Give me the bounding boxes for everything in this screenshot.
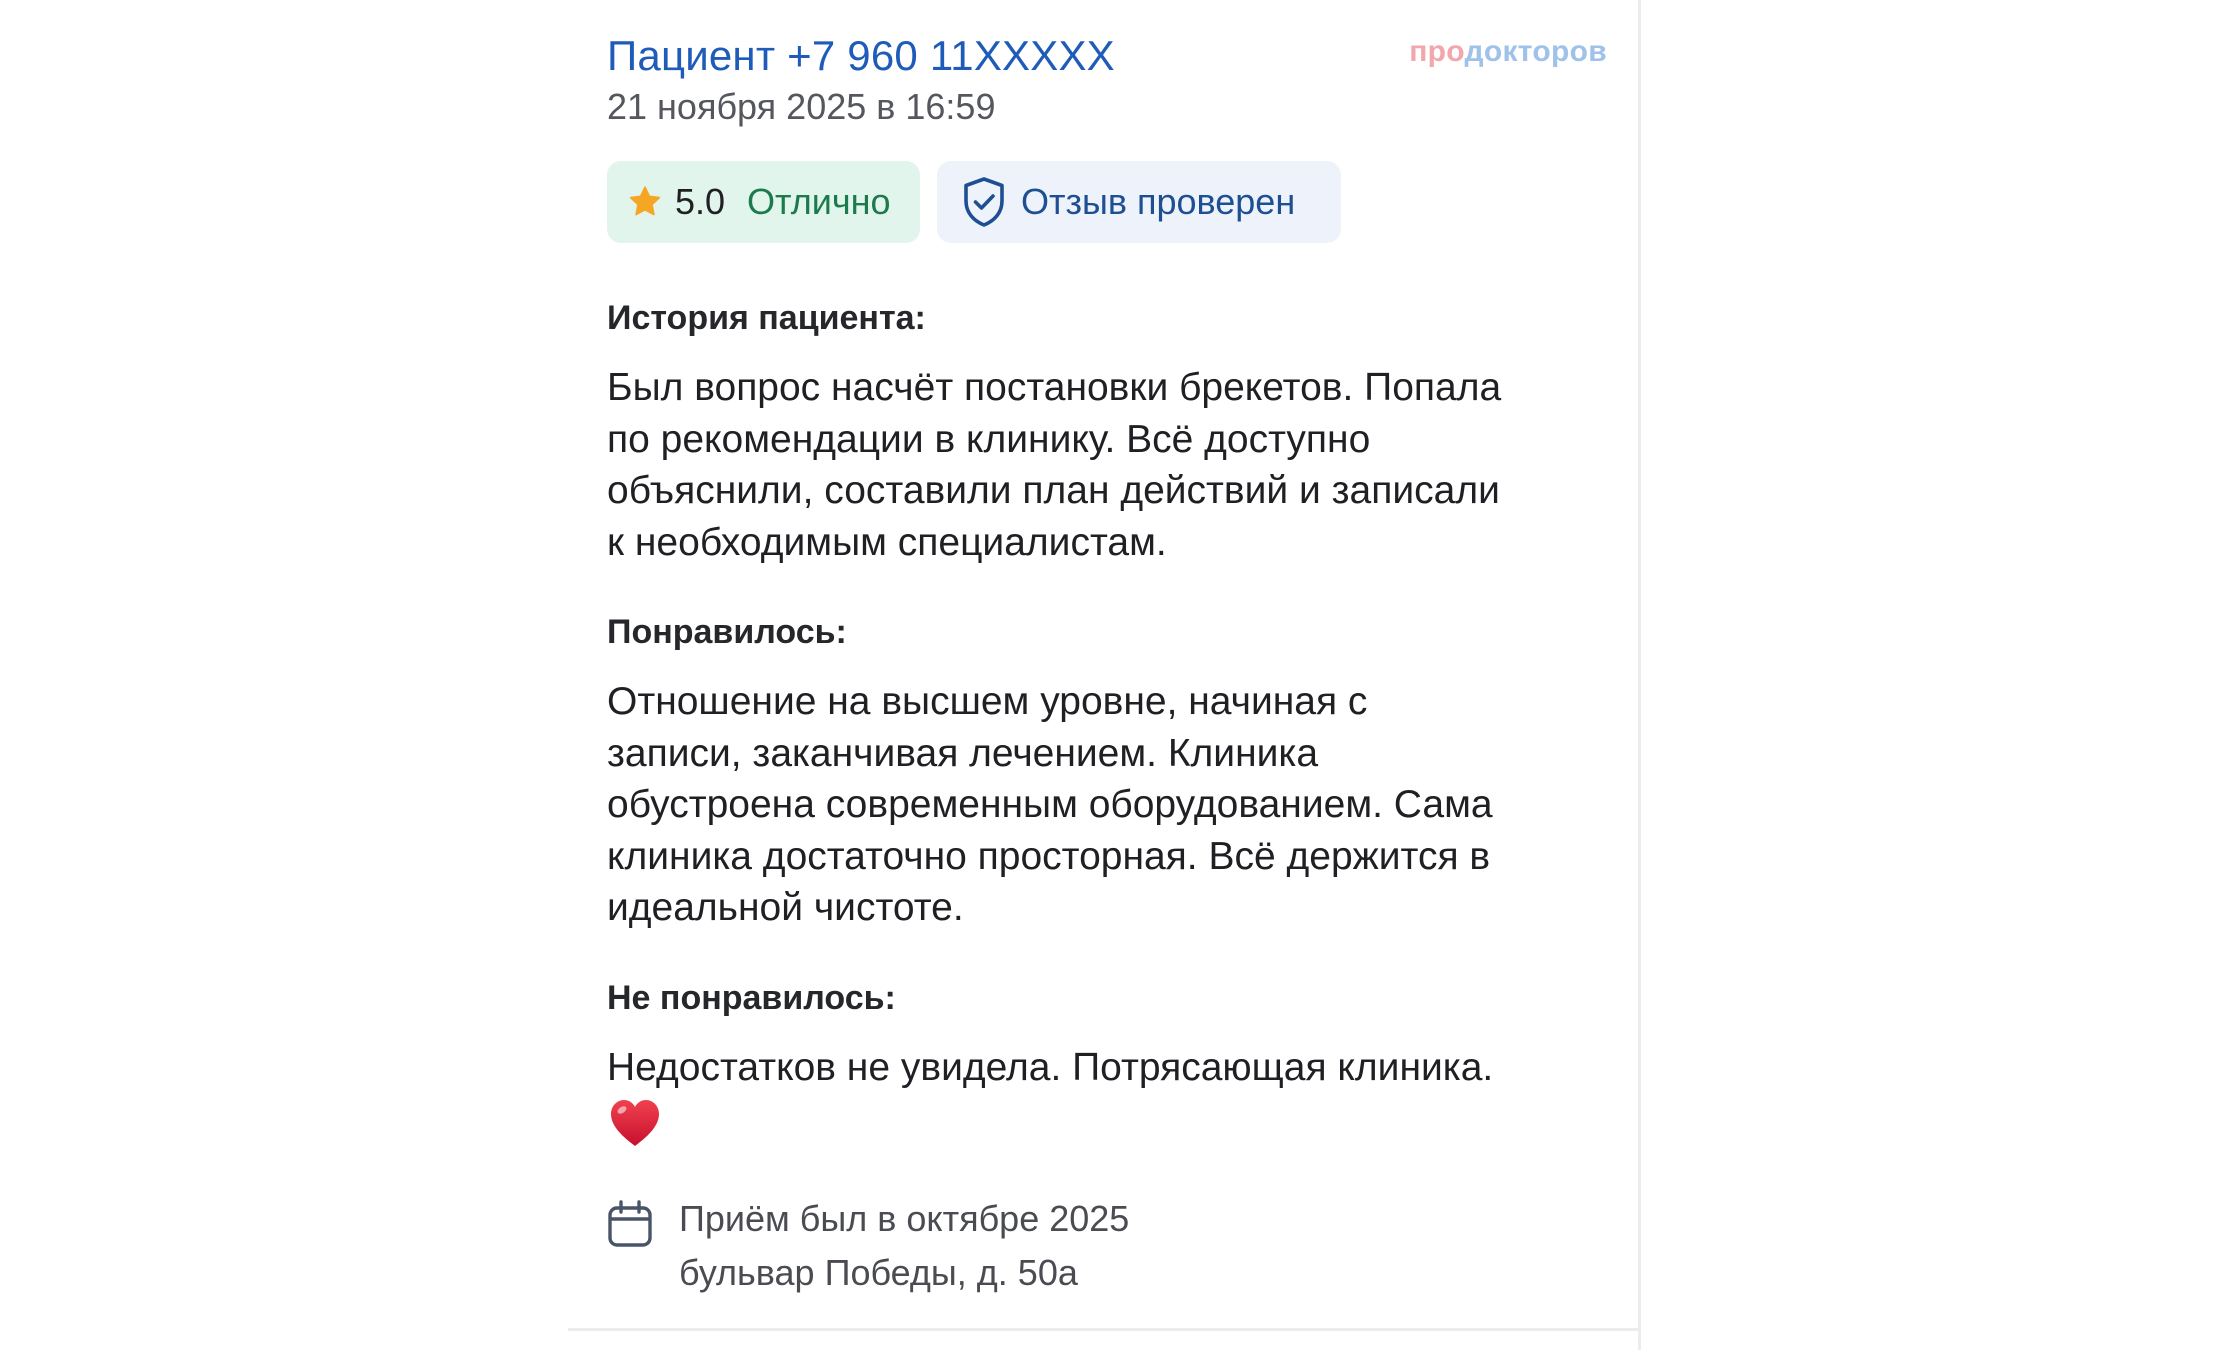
star-icon — [629, 186, 661, 216]
review-page: Пациент +7 960 11XXXXX 21 ноября 2025 в … — [0, 0, 2214, 1350]
section-body-liked: Отношение на высшем уровне, начиная с за… — [607, 680, 1493, 929]
shield-check-icon — [964, 177, 1004, 227]
brand-logo-part1: про — [1409, 35, 1465, 68]
rating-badge: 5.0 Отлично — [607, 161, 920, 243]
verified-label: Отзыв проверен — [1021, 181, 1296, 222]
visit-date: Приём был в октябре 2025 — [679, 1198, 1130, 1239]
rating-label: Отлично — [747, 181, 891, 222]
review-date: 21 ноября 2025 в 16:59 — [607, 86, 996, 127]
calendar-icon — [608, 1200, 652, 1247]
column-divider — [1638, 0, 1641, 1350]
section-body-history: Был вопрос насчёт постановки брекетов. П… — [607, 366, 1502, 564]
review-header: Пациент +7 960 11XXXXX 21 ноября 2025 в … — [607, 24, 1607, 134]
section-body-disliked: Недостатков не увидела. Потрясающая клин… — [607, 1046, 1494, 1089]
section-title-history: История пациента: — [607, 299, 926, 337]
section-title-disliked: Не понравилось: — [607, 979, 896, 1017]
brand-logo: продокторов — [1409, 32, 1607, 72]
visit-info: Приём был в октябре 2025 бульвар Победы,… — [607, 1196, 1507, 1306]
review-divider — [568, 1328, 1638, 1331]
heart-emoji — [611, 1100, 659, 1146]
brand-logo-part2: докторов — [1464, 35, 1607, 68]
section-title-liked: Понравилось: — [607, 613, 847, 651]
verified-badge[interactable]: Отзыв проверен — [937, 161, 1341, 243]
review-author-link[interactable]: Пациент +7 960 11XXXXX — [607, 28, 1115, 84]
rating-value: 5.0 — [675, 181, 726, 222]
visit-address: бульвар Победы, д. 50а — [679, 1252, 1078, 1293]
